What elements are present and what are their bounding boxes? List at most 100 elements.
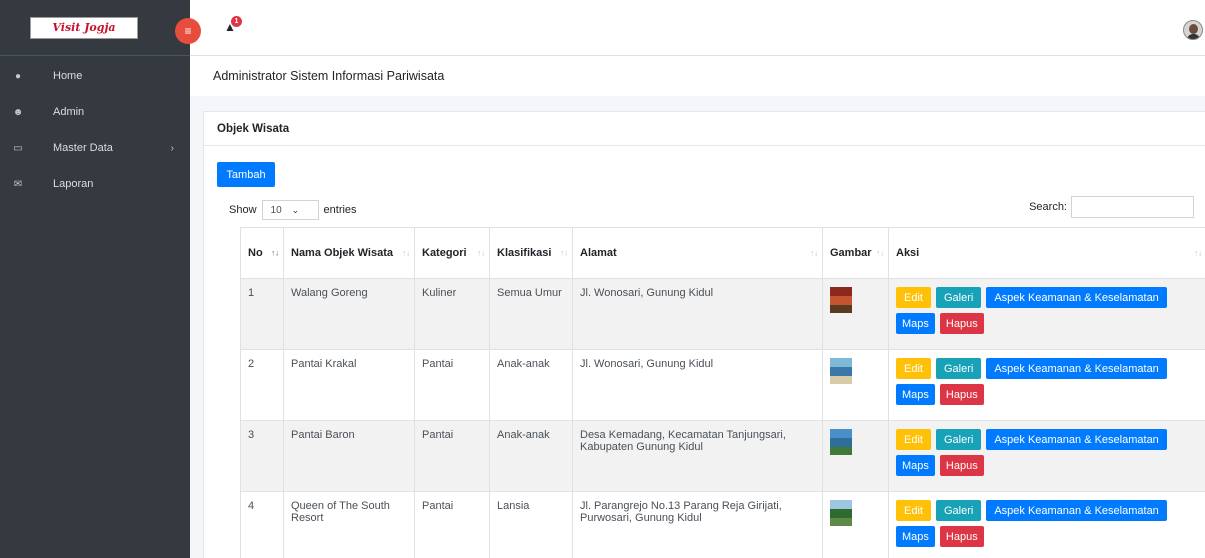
avatar-head-shape bbox=[1189, 24, 1198, 34]
top-navbar: ≡ ▲ 1 bbox=[175, 0, 1205, 56]
dashboard-icon: ● bbox=[14, 70, 22, 82]
column-header-kategori[interactable]: Kategori ↑↓ bbox=[414, 227, 490, 279]
cell-kategori: Pantai bbox=[414, 491, 490, 558]
brand-logo[interactable]: Visit Jogja bbox=[30, 16, 138, 39]
column-header-no[interactable]: No ↑↓ bbox=[240, 227, 284, 279]
cell-aksi: Edit Galeri Aspek Keamanan & Keselamatan Ma… bbox=[888, 491, 1205, 558]
cell-gambar bbox=[822, 491, 889, 558]
column-header-klasifikasi[interactable]: Klasifikasi ↑↓ bbox=[489, 227, 573, 279]
notification-button[interactable]: ▲ 1 bbox=[222, 16, 242, 36]
edit-button[interactable]: Edit bbox=[896, 287, 931, 308]
cell-klasifikasi: Semua Umur bbox=[489, 278, 573, 350]
action-group: Edit Galeri Aspek Keamanan & Keselamatan Ma… bbox=[896, 358, 1171, 405]
sidebar: Visit Jogja ● Home ☻ Admin ▭ Master Data… bbox=[0, 0, 190, 558]
sidebar-item-admin[interactable]: ☻ Admin bbox=[0, 94, 190, 130]
aspek-keamanan-button[interactable]: Aspek Keamanan & Keselamatan bbox=[986, 429, 1167, 450]
cell-no: 3 bbox=[240, 420, 284, 492]
cell-nama: Pantai Baron bbox=[283, 420, 415, 492]
sort-icon: ↑↓ bbox=[477, 248, 485, 258]
chevron-down-icon: ⌄ bbox=[291, 204, 300, 215]
cell-alamat: Jl. Wonosari, Gunung Kidul bbox=[572, 278, 823, 350]
edit-button[interactable]: Edit bbox=[896, 500, 931, 521]
cell-no: 1 bbox=[240, 278, 284, 350]
cell-nama: Pantai Krakal bbox=[283, 349, 415, 421]
cell-kategori: Pantai bbox=[414, 420, 490, 492]
galeri-button[interactable]: Galeri bbox=[935, 500, 982, 521]
sort-icon: ↑↓ bbox=[1194, 248, 1202, 258]
galeri-button[interactable]: Galeri bbox=[935, 429, 982, 450]
sort-icon: ↑↓ bbox=[271, 248, 279, 258]
galeri-button[interactable]: Galeri bbox=[935, 287, 982, 308]
cell-nama: Queen of The South Resort bbox=[283, 491, 415, 558]
chevron-right-icon: › bbox=[170, 142, 174, 154]
cell-aksi: Edit Galeri Aspek Keamanan & Keselamatan Ma… bbox=[888, 349, 1205, 421]
sidebar-item-master-data[interactable]: ▭ Master Data › bbox=[0, 130, 190, 166]
add-button[interactable]: Tambah bbox=[217, 162, 275, 187]
table-search: Search: bbox=[1029, 196, 1194, 218]
aspek-keamanan-button[interactable]: Aspek Keamanan & Keselamatan bbox=[986, 500, 1167, 521]
cell-alamat: Jl. Wonosari, Gunung Kidul bbox=[572, 349, 823, 421]
brand-logo-text: Visit Jogja bbox=[52, 21, 116, 34]
hapus-button[interactable]: Hapus bbox=[939, 526, 984, 547]
header-label: Kategori bbox=[422, 247, 467, 259]
column-header-gambar[interactable]: Gambar ↑↓ bbox=[822, 227, 889, 279]
thumbnail-image[interactable] bbox=[830, 429, 852, 455]
action-group: Edit Galeri Aspek Keamanan & Keselamatan Ma… bbox=[896, 429, 1171, 476]
header-label: Alamat bbox=[580, 247, 617, 259]
maps-button[interactable]: Maps bbox=[896, 313, 935, 334]
notification-badge: 1 bbox=[231, 16, 242, 27]
sort-icon: ↑↓ bbox=[560, 248, 568, 258]
aspek-keamanan-button[interactable]: Aspek Keamanan & Keselamatan bbox=[986, 358, 1167, 379]
edit-button[interactable]: Edit bbox=[896, 358, 931, 379]
action-group: Edit Galeri Aspek Keamanan & Keselamatan Ma… bbox=[896, 287, 1171, 334]
avatar[interactable] bbox=[1183, 20, 1203, 40]
aspek-keamanan-button[interactable]: Aspek Keamanan & Keselamatan bbox=[986, 287, 1167, 308]
cell-klasifikasi: Anak-anak bbox=[489, 349, 573, 421]
galeri-button[interactable]: Galeri bbox=[935, 358, 982, 379]
entries-select[interactable]: 10 ⌄ bbox=[261, 200, 319, 220]
objek-wisata-card: Objek Wisata Tambah Show 10 ⌄ entries Se… bbox=[203, 111, 1205, 558]
entries-length-control: Show 10 ⌄ entries bbox=[229, 200, 357, 220]
sidebar-toggle-button[interactable]: ≡ bbox=[175, 18, 201, 44]
thumbnail-image[interactable] bbox=[830, 358, 852, 384]
sidebar-item-label: Admin bbox=[53, 106, 85, 118]
column-header-alamat[interactable]: Alamat ↑↓ bbox=[572, 227, 823, 279]
table-header-row: No ↑↓ Nama Objek Wisata ↑↓ Kategori ↑↓ Klas… bbox=[240, 227, 1205, 279]
maps-button[interactable]: Maps bbox=[896, 526, 935, 547]
table-row: 2 Pantai Krakal Pantai Anak-anak Jl. Wonosar… bbox=[240, 349, 1205, 421]
edit-button[interactable]: Edit bbox=[896, 429, 931, 450]
sort-icon: ↑↓ bbox=[402, 248, 410, 258]
hapus-button[interactable]: Hapus bbox=[939, 455, 984, 476]
menu-icon: ≡ bbox=[184, 24, 192, 38]
page-title: Administrator Sistem Informasi Pariwisat… bbox=[190, 56, 1205, 96]
hapus-button[interactable]: Hapus bbox=[939, 313, 984, 334]
maps-button[interactable]: Maps bbox=[896, 384, 935, 405]
thumbnail-image[interactable] bbox=[830, 500, 852, 526]
cell-nama: Walang Goreng bbox=[283, 278, 415, 350]
search-label: Search: bbox=[1029, 201, 1067, 213]
thumbnail-image[interactable] bbox=[830, 287, 852, 313]
table-row: 3 Pantai Baron Pantai Anak-anak Desa Kemadan… bbox=[240, 420, 1205, 492]
cell-kategori: Pantai bbox=[414, 349, 490, 421]
sidebar-item-home[interactable]: ● Home bbox=[0, 58, 190, 94]
hapus-button[interactable]: Hapus bbox=[939, 384, 984, 405]
search-input[interactable] bbox=[1071, 196, 1194, 218]
column-header-nama[interactable]: Nama Objek Wisata ↑↓ bbox=[283, 227, 415, 279]
sidebar-item-label: Master Data bbox=[53, 142, 113, 154]
cell-klasifikasi: Anak-anak bbox=[489, 420, 573, 492]
entries-label: entries bbox=[323, 204, 357, 216]
cell-no: 4 bbox=[240, 491, 284, 558]
cell-gambar bbox=[822, 278, 889, 350]
cell-gambar bbox=[822, 420, 889, 492]
maps-button[interactable]: Maps bbox=[896, 455, 935, 476]
envelope-icon: ✉ bbox=[13, 178, 23, 190]
sidebar-item-label: Home bbox=[53, 70, 83, 82]
header-label: No bbox=[248, 247, 263, 259]
cell-alamat: Jl. Parangrejo No.13 Parang Reja Girijat… bbox=[572, 491, 823, 558]
cell-gambar bbox=[822, 349, 889, 421]
column-header-aksi[interactable]: Aksi ↑↓ bbox=[888, 227, 1205, 279]
sidebar-item-laporan[interactable]: ✉ Laporan bbox=[0, 166, 190, 202]
avatar-body-shape bbox=[1187, 34, 1200, 39]
header-label: Gambar bbox=[830, 247, 872, 259]
card-title: Objek Wisata bbox=[204, 112, 1205, 146]
